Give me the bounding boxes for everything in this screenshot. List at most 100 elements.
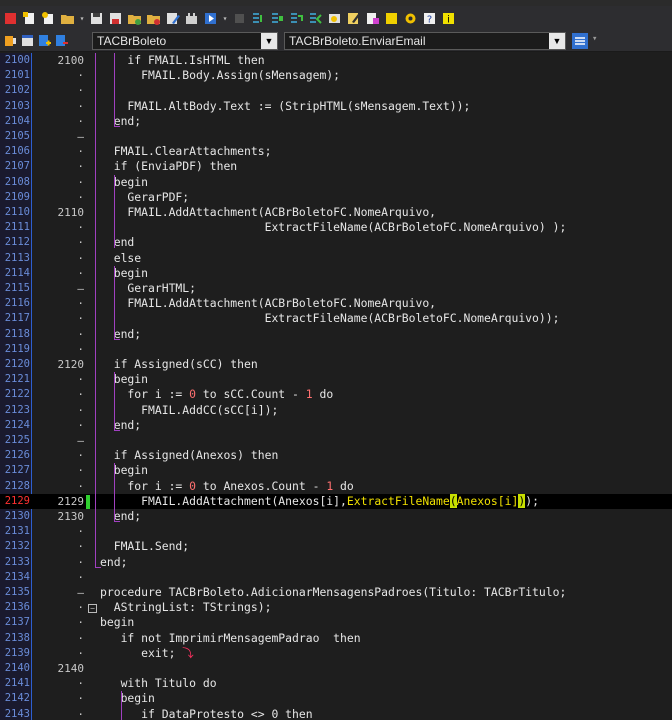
line-number: 2143: [4, 707, 30, 720]
line-number: 2135: [4, 586, 30, 598]
code-line[interactable]: 2126 · if Assigned(Anexos) then: [0, 448, 672, 463]
code-text: end;: [100, 417, 142, 432]
line-number: 2108: [4, 175, 30, 188]
code-line[interactable]: 2143 · if DataProtesto <> 0 then: [0, 707, 672, 720]
code-line[interactable]: 2137 · begin: [0, 615, 672, 630]
method-combo[interactable]: TACBrBoleto.EnviarEmail ▼: [284, 32, 566, 50]
code-line[interactable]: 2132 · FMAIL.Send;: [0, 539, 672, 554]
code-line[interactable]: 2141 · with Titulo do: [0, 676, 672, 691]
line-marker: ·: [77, 251, 84, 265]
chevron-down-icon[interactable]: ▼: [261, 33, 277, 49]
code-line[interactable]: 2108 · begin: [0, 175, 672, 190]
close-icon[interactable]: [145, 10, 162, 27]
save-icon[interactable]: [88, 10, 105, 27]
help-icon[interactable]: ?: [421, 10, 438, 27]
view-icon[interactable]: [326, 10, 343, 27]
code-line[interactable]: 2118 · end;: [0, 327, 672, 342]
code-line[interactable]: 2121 · begin: [0, 372, 672, 387]
dropdown-icon[interactable]: ▾: [221, 10, 229, 27]
code-line[interactable]: 2140 2140: [0, 661, 672, 676]
edit-icon[interactable]: [164, 10, 181, 27]
code-line[interactable]: 2111 · ExtractFileName(ACBrBoletoFC.NomeA…: [0, 220, 672, 235]
code-line[interactable]: 2113 · else: [0, 251, 672, 266]
code-line[interactable]: 2119 ·: [0, 342, 672, 357]
code-line[interactable]: 2120 2120 if Assigned(sCC) then: [0, 357, 672, 372]
unit-icon[interactable]: [2, 32, 19, 49]
code-line[interactable]: 2139 · exit; ⤵: [0, 646, 672, 661]
view-toggle-icon[interactable]: [572, 33, 588, 49]
code-line[interactable]: 2125 –: [0, 433, 672, 448]
code-line[interactable]: 2106 · FMAIL.ClearAttachments;: [0, 144, 672, 159]
line-number: 2110: [4, 206, 30, 218]
code-line[interactable]: 2128 · for i := 0 to Anexos.Count - 1 do: [0, 479, 672, 494]
code-line[interactable]: 2107 · if (EnviaPDF) then: [0, 159, 672, 174]
code-line[interactable]: 2103 · FMAIL.AltBody.Text := (StripHTML(s…: [0, 99, 672, 114]
fold-toggle-icon[interactable]: −: [88, 604, 97, 613]
code-line[interactable]: 2134 ·: [0, 570, 672, 585]
line-marker: ·: [77, 540, 84, 554]
chevron-down-icon[interactable]: ▼: [549, 33, 565, 49]
code-line[interactable]: 2109 · GerarPDF;: [0, 190, 672, 205]
code-line[interactable]: 2117 · ExtractFileName(ACBrBoletoFC.NomeA…: [0, 311, 672, 326]
code-line[interactable]: 2142 · begin: [0, 691, 672, 706]
find-icon[interactable]: [364, 10, 381, 27]
line-marker: ·: [77, 403, 84, 417]
dropdown-icon[interactable]: ▾: [78, 10, 86, 27]
code-line[interactable]: 2127 · begin: [0, 463, 672, 478]
code-line[interactable]: 2138 · if not ImprimirMensagemPadrao then: [0, 631, 672, 646]
code-line[interactable]: 2130 2130 end;: [0, 509, 672, 524]
code-line[interactable]: 2123 · FMAIL.AddCC(sCC[i]);: [0, 403, 672, 418]
step-out-icon[interactable]: [307, 10, 324, 27]
step-over-icon[interactable]: [269, 10, 286, 27]
code-line[interactable]: 2115– GerarHTML;: [0, 281, 672, 296]
step-into-icon[interactable]: [288, 10, 305, 27]
code-line[interactable]: 2105 –: [0, 129, 672, 144]
code-line[interactable]: 2104 · end;: [0, 114, 672, 129]
save-all-icon[interactable]: [107, 10, 124, 27]
chevron-down-icon[interactable]: ▾: [592, 34, 597, 44]
stop-run-icon[interactable]: [231, 10, 248, 27]
line-number: 2138: [4, 631, 30, 644]
run-icon[interactable]: [202, 10, 219, 27]
code-text: end;: [100, 326, 142, 341]
code-line[interactable]: 2110 2110 FMAIL.AddAttachment(ACBrBoletoF…: [0, 205, 672, 220]
line-number: 2105: [4, 130, 30, 142]
edit-doc-icon[interactable]: [345, 10, 362, 27]
open-project-icon[interactable]: [126, 10, 143, 27]
info-icon[interactable]: i: [440, 10, 457, 27]
code-line[interactable]: 2114 · begin: [0, 266, 672, 281]
code-line[interactable]: 2124 · end;: [0, 418, 672, 433]
code-line[interactable]: 2129 2129 FMAIL.AddAttachment(Anexos[i],E…: [0, 493, 672, 509]
fold-guide: [95, 53, 96, 567]
line-marker: ·: [77, 221, 84, 235]
code-editor[interactable]: 2100 2100 if FMAIL.IsHTML then 2101 · FMAIL…: [0, 53, 672, 720]
step-icon[interactable]: [250, 10, 267, 27]
notes-icon[interactable]: [383, 10, 400, 27]
class-combo[interactable]: TACBrBoleto ▼: [92, 32, 278, 50]
code-text: AStringList: TStrings);: [100, 600, 272, 615]
fold-guide: [114, 372, 115, 430]
options-icon[interactable]: [402, 10, 419, 27]
line-marker: 2129: [57, 494, 85, 508]
new-item-icon[interactable]: [40, 10, 57, 27]
code-line[interactable]: 2136 · AStringList: TStrings);: [0, 600, 672, 615]
code-line[interactable]: 2116 · FMAIL.AddAttachment(ACBrBoletoFC.N…: [0, 296, 672, 311]
form-icon[interactable]: [19, 32, 36, 49]
open-icon[interactable]: [59, 10, 76, 27]
add-icon[interactable]: [36, 32, 53, 49]
code-line[interactable]: 2112 · end: [0, 235, 672, 250]
line-marker: 2100: [57, 54, 85, 67]
code-line[interactable]: 2100 2100 if FMAIL.IsHTML then: [0, 53, 672, 68]
line-marker: ·: [77, 175, 84, 189]
code-line[interactable]: 2122 · for i := 0 to sCC.Count - 1 do: [0, 387, 672, 402]
code-line[interactable]: 2135 – procedure TACBrBoleto.AdicionarMens…: [0, 585, 672, 600]
code-line[interactable]: 2101 · FMAIL.Body.Assign(sMensagem);: [0, 68, 672, 83]
app-icon[interactable]: [183, 10, 200, 27]
remove-icon[interactable]: [53, 32, 70, 49]
new-file-icon[interactable]: [21, 10, 38, 27]
code-text: begin: [100, 691, 155, 706]
line-number: 2129: [4, 494, 30, 507]
stop-icon[interactable]: [2, 10, 19, 27]
code-line[interactable]: 2102 ·: [0, 83, 672, 98]
code-line[interactable]: 2131 ·: [0, 524, 672, 539]
